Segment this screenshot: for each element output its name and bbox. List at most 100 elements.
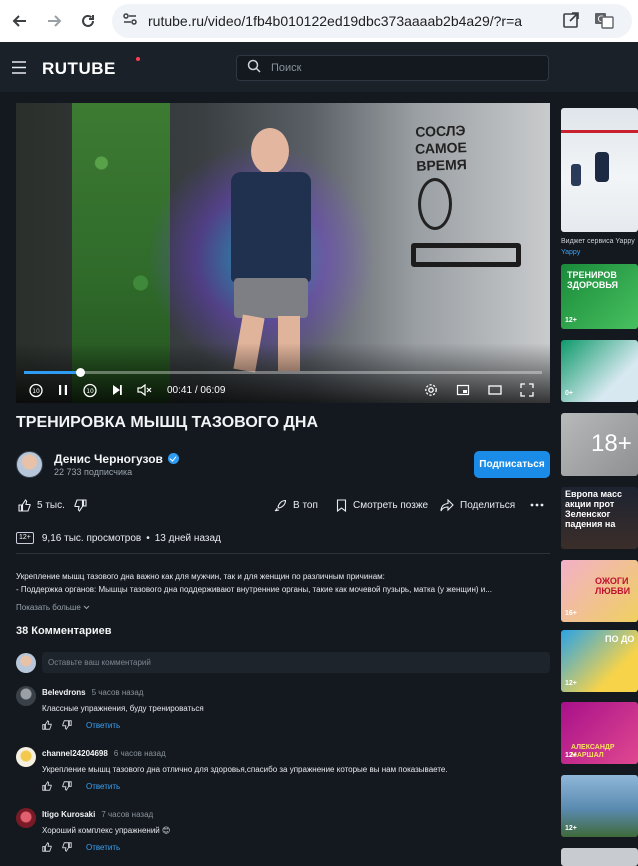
progress-bar[interactable] [24,368,542,377]
hamburger-menu-icon[interactable] [12,61,28,79]
recommended-video[interactable]: АЛЕКСАНДР МАРШАЛ 12+ [561,702,638,764]
volume-muted-icon[interactable] [132,381,156,399]
thumbs-down-icon[interactable] [62,720,72,730]
comment-author[interactable]: Belevdrons [42,688,86,697]
recommended-video[interactable]: Европа масс акции прот Зеленског падения… [561,487,638,549]
thumbs-down-icon[interactable] [62,781,72,791]
rutube-logo[interactable]: RUTUBE [42,59,116,79]
next-video-icon[interactable] [105,381,129,399]
comment-text: Хороший комплекс упражнений 😊 [42,826,171,835]
recommended-video[interactable]: ТРЕНИРОВ ЗДОРОВЬЯ 12+ [561,264,638,329]
pause-icon[interactable] [51,381,75,399]
fullscreen-icon[interactable] [515,381,539,399]
site-header: RUTUBE [0,42,638,92]
verified-check-icon [167,453,179,464]
commenter-avatar[interactable] [16,747,36,767]
back-arrow-icon[interactable] [6,7,34,35]
video-stats: 12+ 9,16 тыс. просмотров • 13 дней назад [16,532,221,544]
publish-date: 13 дней назад [154,532,221,544]
comment-author-line: channel24204698 6 часов назад [42,749,166,758]
show-more-label[interactable]: Показать больше [16,603,81,612]
current-time: 00:41 [167,384,193,396]
more-options-icon[interactable] [530,495,544,515]
comment-text: Укрепление мышц тазового дна отлично для… [42,765,448,774]
thumbs-up-icon[interactable] [42,781,52,791]
share-button[interactable]: Поделиться [440,495,515,515]
miniplayer-icon[interactable] [451,381,475,399]
search-input[interactable] [271,62,521,74]
recommended-video[interactable]: ОЖОГИ ЛЮБВИ 16+ [561,560,638,622]
time-separator: / [194,384,198,396]
thumbs-up-icon[interactable] [42,720,52,730]
age-badge: 12+ [565,752,577,759]
progress-played [24,371,81,374]
reply-button[interactable]: Ответить [86,721,120,730]
reply-button[interactable]: Ответить [86,843,120,852]
forward-10-icon[interactable]: 10 [78,381,102,399]
comment-author-line: Belevdrons 5 часов назад [42,688,143,697]
top-button[interactable]: В топ [274,495,318,515]
age-badge: 16+ [565,610,577,617]
player-controls: 10 10 00:41 / 06:09 [24,381,542,399]
logo-dot [136,57,140,61]
translate-icon[interactable]: G [594,11,614,34]
comment-item: Itigo Kurosaki 7 часов назад Хороший комп… [16,808,550,866]
like-count: 5 тыс. [37,499,65,511]
comment-input[interactable] [42,652,550,673]
show-more-link[interactable]: Показать больше [16,603,90,612]
dislike-button[interactable] [74,495,87,515]
stats-separator: • [146,532,150,544]
bookmark-icon [336,498,347,512]
channel-name[interactable]: Денис Черногузов [54,452,179,466]
comments-heading: 38 Комментариев [16,625,112,637]
open-in-app-icon[interactable] [562,11,580,34]
channel-name-text[interactable]: Денис Черногузов [54,452,163,466]
recommended-video[interactable] [561,848,638,866]
theater-mode-icon[interactable] [483,381,507,399]
search-box[interactable] [236,55,549,81]
subscriber-count: 22 733 подписчика [54,467,133,477]
like-button[interactable]: 5 тыс. [18,495,65,515]
yappy-widget-thumbnail[interactable] [561,108,638,232]
channel-avatar[interactable] [16,451,43,478]
reply-button[interactable]: Ответить [86,782,120,791]
thumbs-up-icon[interactable] [18,498,31,512]
reload-icon[interactable] [74,7,102,35]
browser-toolbar: rutube.ru/video/1fb4b010122ed19dbc373aaa… [0,0,638,42]
thumbs-up-icon[interactable] [42,842,52,852]
comment-item: channel24204698 6 часов назад Укрепление … [16,747,550,805]
chevron-down-icon[interactable] [83,605,90,610]
forward-arrow-icon[interactable] [40,7,68,35]
top-label: В топ [293,499,318,511]
share-arrow-icon [440,498,454,511]
comment-time: 5 часов назад [91,688,144,697]
search-icon[interactable] [247,59,261,78]
video-player[interactable]: СОСЛЭ САМОЕ ВРЕМЯ 10 10 00:41 / 06:09 [16,103,550,403]
recommended-video[interactable]: ПО ДО 12+ [561,630,638,692]
recommended-video[interactable]: 18+ [561,413,638,476]
rocket-icon [274,499,287,511]
thumbs-down-icon[interactable] [74,498,87,512]
watch-later-label: Смотреть позже [353,499,429,511]
recommended-video[interactable]: 0+ [561,340,638,402]
recommended-video[interactable]: 12+ [561,775,638,837]
commenter-avatar[interactable] [16,808,36,828]
widget-source-link[interactable]: Yappy [561,249,580,256]
description-line-2: - Поддержка органов: Мышцы тазового дна … [16,585,492,594]
site-settings-icon[interactable] [122,11,138,32]
widget-caption[interactable]: Виджет сервиса Yappy [561,238,635,245]
watch-later-button[interactable]: Смотреть позже [336,495,428,515]
commenter-avatar[interactable] [16,686,36,706]
duration: 06:09 [200,384,226,396]
comment-author[interactable]: channel24204698 [42,749,108,758]
url-text[interactable]: rutube.ru/video/1fb4b010122ed19dbc373aaa… [148,13,528,29]
rewind-10-icon[interactable]: 10 [24,381,48,399]
address-bar[interactable]: rutube.ru/video/1fb4b010122ed19dbc373aaa… [112,4,632,38]
svg-text:10: 10 [86,388,94,395]
subscribe-button[interactable]: Подписаться [474,451,550,478]
settings-gear-icon[interactable] [419,381,443,399]
comment-author[interactable]: Itigo Kurosaki [42,810,95,819]
thumbs-down-icon[interactable] [62,842,72,852]
comment-item: Belevdrons 5 часов назад Классные упражне… [16,686,550,744]
description-line-1: Укрепление мышц тазового дна важно как д… [16,572,385,581]
